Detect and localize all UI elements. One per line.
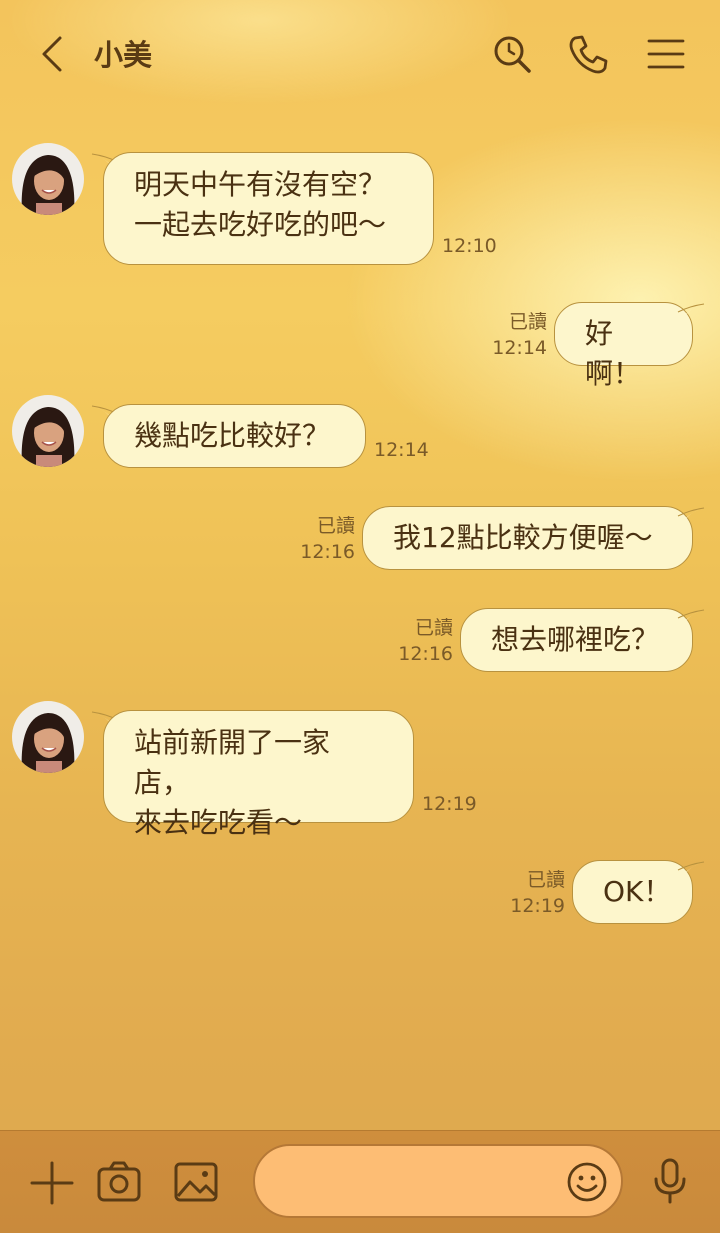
bubble-tail [677, 506, 705, 528]
image-icon[interactable] [172, 1158, 220, 1206]
message-bubble[interactable]: 好啊！ [554, 302, 693, 390]
message-bubble[interactable]: OK！ [572, 860, 693, 924]
message-time: 12:16 [300, 541, 355, 563]
read-receipt: 已讀 [316, 515, 355, 537]
avatar[interactable] [12, 701, 84, 773]
read-receipt: 已讀 [526, 869, 565, 891]
message-time: 12:14 [492, 337, 547, 359]
avatar[interactable] [12, 143, 84, 215]
chat-title: 小美 [94, 38, 153, 72]
message-time: 12:19 [510, 895, 565, 917]
message-time: 12:19 [422, 793, 477, 815]
search-icon[interactable] [490, 32, 534, 76]
menu-icon[interactable] [644, 32, 688, 76]
message-bubble[interactable]: 幾點吃比較好？ [103, 404, 366, 468]
message-time: 12:14 [374, 439, 429, 461]
camera-icon[interactable] [95, 1158, 143, 1206]
read-receipt: 已讀 [508, 311, 547, 333]
phone-icon[interactable] [566, 32, 610, 76]
message-time: 12:16 [398, 643, 453, 665]
chat-header: 小美 [0, 0, 720, 108]
message-bubble[interactable]: 明天中午有沒有空？ 一起去吃好吃的吧～ [103, 152, 434, 265]
message-time: 12:10 [442, 235, 497, 257]
message-composer [0, 1130, 720, 1233]
message-bubble[interactable]: 想去哪裡吃？ [460, 608, 693, 672]
message-input[interactable] [277, 1146, 571, 1218]
bubble-tail [677, 860, 705, 882]
message-bubble[interactable]: 我12點比較方便喔～ [362, 506, 693, 570]
bubble-tail [677, 302, 705, 324]
message-input-box[interactable] [253, 1144, 623, 1218]
emoji-icon[interactable] [565, 1160, 609, 1204]
read-receipt: 已讀 [414, 617, 453, 639]
message-bubble[interactable]: 站前新開了一家店， 來去吃吃看～ [103, 710, 414, 839]
plus-icon[interactable] [28, 1159, 76, 1207]
bubble-tail [677, 608, 705, 630]
avatar[interactable] [12, 395, 84, 467]
back-icon[interactable] [34, 32, 74, 76]
microphone-icon[interactable] [646, 1157, 694, 1205]
